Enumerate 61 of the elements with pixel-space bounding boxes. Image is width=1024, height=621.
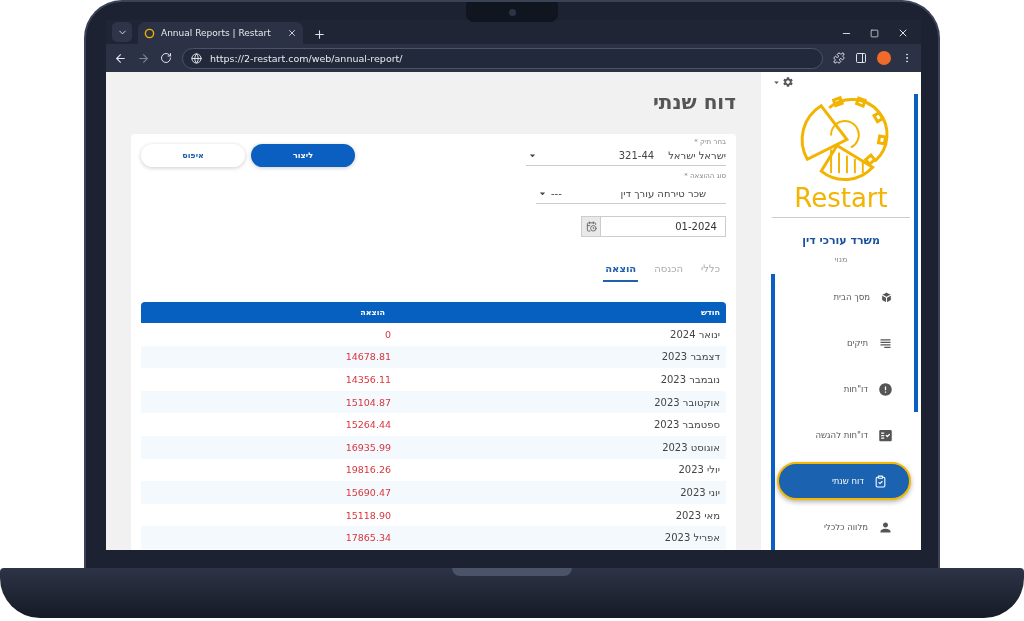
close-window-icon[interactable]: [897, 27, 909, 39]
column-header: הוצאה: [359, 308, 386, 317]
nav-item[interactable]: דו"חות: [777, 366, 911, 412]
expense-select[interactable]: שכר טירחה עורך דין ---: [536, 184, 726, 204]
address-field[interactable]: https://2-restart.com/web/annual-report/: [182, 47, 823, 69]
amount-cell-text: 19816.26: [344, 464, 391, 476]
month-cell-text: יוני 2023: [679, 486, 721, 498]
clipboard-icon: [874, 474, 887, 488]
month-cell-text: ספטמבר 2023: [652, 419, 721, 431]
amount-cell-text: 14678.81: [344, 351, 391, 363]
nav-item[interactable]: דו"חות להגשה: [777, 412, 911, 458]
month-cell-text: דצמבר 2023: [660, 351, 721, 363]
favicon-icon: [144, 27, 155, 39]
column-header: חודש: [700, 308, 721, 317]
close-tab-icon[interactable]: [287, 28, 297, 38]
forward-icon[interactable]: [137, 51, 150, 65]
month-cell-text: יולי 2023: [677, 464, 721, 476]
browser-tab[interactable]: Annual Reports | Restart: [138, 22, 303, 44]
new-tab-icon[interactable]: [312, 27, 326, 41]
amount-cell-text: 15118.90: [344, 509, 391, 521]
side-panel-icon[interactable]: [855, 52, 867, 64]
amount-cell-text: 15690.47: [344, 486, 391, 498]
amount-cell-text: 17865.34: [344, 532, 391, 544]
calendar-icon: [585, 221, 597, 232]
role-text: מנוי: [834, 255, 848, 264]
create-button[interactable]: ליצור: [251, 144, 355, 167]
maximize-icon[interactable]: [870, 28, 879, 38]
back-icon[interactable]: [114, 51, 127, 65]
amount-cell-text: 14356.11: [344, 374, 391, 385]
alert-icon: [878, 381, 893, 397]
month-cell-text: אוגוסט 2023: [661, 441, 721, 453]
page-title: דוח שנתי: [651, 90, 736, 114]
profile-avatar[interactable]: [877, 51, 891, 65]
calendar-button[interactable]: [581, 216, 601, 237]
url-text: https://2-restart.com/web/annual-report/: [210, 52, 403, 64]
checklist-icon: [878, 427, 893, 443]
org-name: משרד עורכי דין: [802, 234, 880, 247]
nav-item[interactable]: דוח שנתי: [777, 462, 911, 500]
logo-text: Restart: [794, 183, 888, 213]
amount-cell-text: 16935.99: [344, 441, 391, 453]
nav-item[interactable]: מלווה כלכלי: [777, 504, 911, 550]
amount-cell-text: 15264.44: [344, 419, 391, 431]
reload-icon[interactable]: [160, 52, 172, 64]
extensions-icon[interactable]: [833, 52, 845, 64]
nav-item[interactable]: תיקים: [777, 320, 911, 366]
month-cell-text: ינואר 2024: [669, 328, 721, 340]
amount-cell-text: 0: [383, 328, 391, 340]
globe-icon: [191, 52, 202, 64]
amount-cell-text: 15104.87: [344, 396, 391, 408]
month-cell-text: אוקטובר 2023: [653, 396, 721, 408]
month-cell-text: אפריל 2023: [663, 532, 721, 544]
tab[interactable]: הוצאה: [603, 259, 639, 282]
tab-list-button[interactable]: [112, 22, 132, 42]
month-cell-text: מאי 2023: [674, 509, 721, 521]
settings-icon[interactable]: [782, 76, 794, 88]
cube-icon: [880, 290, 893, 304]
reset-button[interactable]: איפוס: [141, 144, 245, 167]
date-field[interactable]: 01-2024: [601, 216, 726, 237]
nav-item[interactable]: מסך הבית: [777, 274, 911, 320]
scrollbar[interactable]: [914, 94, 918, 412]
month-cell-text: נובמבר 2023: [659, 374, 721, 385]
